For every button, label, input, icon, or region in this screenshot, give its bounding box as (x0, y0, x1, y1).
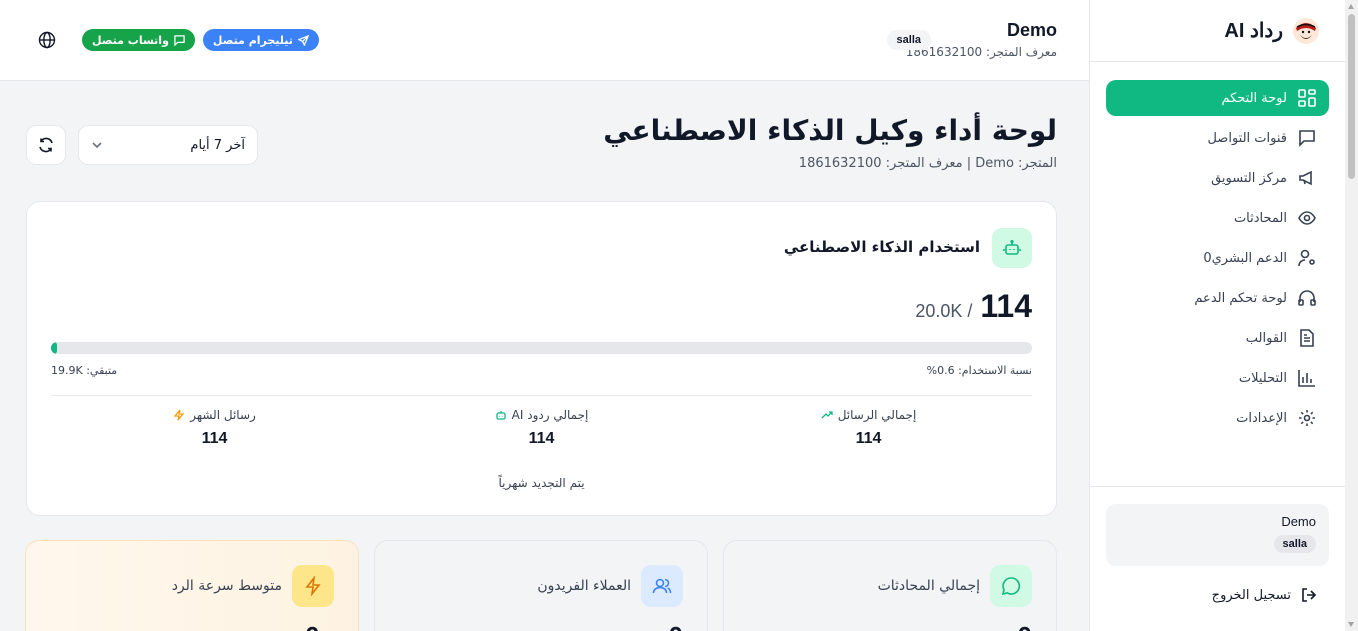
ai-usage-progress-bar (51, 342, 1032, 354)
ai-usage-title: استخدام الذكاء الاصطناعي (783, 238, 980, 256)
metric-total-conversations: إجمالي المحادثات 0 (723, 540, 1057, 631)
chat-icon (990, 565, 1032, 607)
sidebar-item-channels[interactable]: قنوات التواصل (1106, 120, 1329, 156)
scroll-up-arrow[interactable] (1348, 4, 1354, 9)
users-icon (641, 565, 683, 607)
logout-button[interactable]: تسجيل الخروج (1212, 587, 1317, 603)
ai-usage-used: 114 (980, 288, 1032, 324)
brand-name: رداد AI (1224, 20, 1283, 42)
scroll-thumb[interactable] (1348, 14, 1355, 179)
telegram-status-label: تيليجرام متصل (212, 33, 293, 47)
metric-label: متوسط سرعة الرد (171, 578, 282, 594)
sidebar-footer: Demo salla تسجيل الخروج (1090, 486, 1345, 603)
ai-usage-count: 114 / 20.0K (915, 288, 1032, 325)
lightning-icon (173, 409, 185, 421)
stat-label: إجمالي ردود AI (511, 408, 589, 422)
sidebar: رداد AI لوحة التحكم قنوات التواصل مركز ا… (1089, 0, 1345, 631)
user-gear-icon (1297, 248, 1317, 268)
page-scrollbar[interactable] (1345, 0, 1358, 631)
sidebar-item-support-dashboard[interactable]: لوحة تحكم الدعم (1106, 280, 1329, 316)
sidebar-item-marketing[interactable]: مركز التسويق (1106, 160, 1329, 196)
megaphone-icon (1297, 168, 1317, 188)
stat-label: إجمالي الرسائل (837, 408, 917, 422)
main-content: لوحة أداء وكيل الذكاء الاصطناعي المتجر: … (0, 81, 1089, 631)
stat-value: 114 (201, 430, 228, 447)
ai-usage-card: استخدام الذكاء الاصطناعي 114 / 20.0K نسب… (26, 201, 1057, 516)
page-subtitle: المتجر: Demo | معرف المتجر: 1861632100 (798, 156, 1057, 171)
metric-value: 0 (1018, 621, 1032, 631)
sidebar-item-conversations[interactable]: المحادثات (1106, 200, 1329, 236)
page-title: لوحة أداء وكيل الذكاء الاصطناعي (603, 114, 1057, 147)
scroll-down-arrow[interactable] (1348, 622, 1354, 627)
chat-bubble-icon (174, 34, 185, 46)
chevron-down-icon (91, 139, 103, 151)
ai-usage-progress-fill (51, 342, 57, 354)
platform-badge: salla (1273, 535, 1316, 553)
metric-label: العملاء الفريدون (537, 578, 631, 594)
sidebar-item-label: لوحة تحكم الدعم (1194, 290, 1287, 306)
ai-usage-limit: / 20.0K (915, 301, 973, 321)
refresh-icon (38, 137, 54, 153)
headphones-icon (1297, 288, 1317, 308)
sidebar-item-label: التحليلات (1238, 370, 1287, 386)
period-select[interactable]: آخر 7 أيام (78, 125, 258, 165)
sidebar-item-settings[interactable]: الإعدادات (1106, 400, 1329, 436)
sidebar-item-label: مركز التسويق (1211, 170, 1287, 186)
stat-value: 114 (855, 430, 882, 447)
logout-label: تسجيل الخروج (1211, 587, 1291, 603)
whatsapp-status-label: واتساب متصل (92, 33, 169, 47)
eye-icon (1297, 208, 1317, 228)
sidebar-item-label: القوالب (1245, 330, 1287, 346)
sidebar-item-analytics[interactable]: التحليلات (1106, 360, 1329, 396)
stat-value: 114 (528, 430, 555, 447)
whatsapp-status-badge: واتساب متصل (82, 29, 195, 51)
sidebar-item-templates[interactable]: القوالب (1106, 320, 1329, 356)
metric-unique-customers: العملاء الفريدون 0 (374, 540, 708, 631)
header-platform-badge: salla (886, 30, 931, 50)
divider (51, 395, 1032, 396)
period-value: آخر 7 أيام (190, 137, 245, 153)
metric-label: إجمالي المحادثات (877, 578, 980, 594)
sidebar-item-label: قنوات التواصل (1207, 130, 1287, 146)
sidebar-item-human-support[interactable]: الدعم البشري0 (1106, 240, 1329, 276)
sidebar-store-name: Demo (1281, 514, 1316, 529)
stat-label: رسائل الشهر (190, 408, 256, 422)
document-icon (1297, 328, 1317, 348)
stat-ai-replies: إجمالي ردود AI 114 (378, 408, 705, 448)
trending-up-icon (821, 409, 833, 421)
sidebar-item-label: المحادثات (1233, 210, 1287, 226)
header-store-id: معرف المتجر: 1861632100 (905, 45, 1057, 59)
metric-value: 0s (305, 621, 334, 631)
brand-avatar (1293, 17, 1319, 44)
dashboard-grid-icon (1297, 88, 1317, 108)
sidebar-item-dashboard[interactable]: لوحة التحكم (1106, 80, 1329, 116)
brand: رداد AI (1090, 0, 1345, 62)
ai-usage-stats: رسائل الشهر 114 إجمالي ردود AI 114 إجمال… (51, 408, 1032, 448)
metric-value: 0 (669, 621, 683, 631)
stat-total-messages: إجمالي الرسائل 114 (705, 408, 1032, 448)
sidebar-item-label: الدعم البشري0 (1203, 250, 1287, 266)
refresh-button[interactable] (26, 125, 66, 165)
renew-note: يتم التجديد شهرياً (498, 476, 585, 490)
ai-usage-remaining: متبقي: 19.9K (51, 364, 118, 377)
sidebar-item-label: لوحة التحكم (1221, 90, 1287, 106)
connection-badges: واتساب متصل تيليجرام متصل (82, 29, 319, 51)
top-header: Demo معرف المتجر: 1861632100 salla واتسا… (0, 0, 1089, 81)
sidebar-nav: لوحة التحكم قنوات التواصل مركز التسويق ا… (1106, 80, 1329, 440)
ai-usage-percent: نسبة الاستخدام: 0.6% (926, 364, 1032, 377)
robot-icon (992, 228, 1032, 268)
robot-icon (495, 409, 507, 421)
store-info-box: Demo salla (1106, 504, 1329, 566)
language-globe-icon[interactable] (38, 31, 56, 49)
telegram-status-badge: تيليجرام متصل (202, 29, 319, 51)
metric-avg-response-speed: متوسط سرعة الرد 0s (25, 540, 359, 631)
lightning-icon (292, 565, 334, 607)
stat-monthly-messages: رسائل الشهر 114 (51, 408, 378, 448)
chat-bubble-icon (1297, 128, 1317, 148)
logout-icon (1301, 587, 1317, 603)
sidebar-item-label: الإعدادات (1236, 410, 1287, 426)
send-icon (297, 34, 309, 46)
gear-icon (1297, 408, 1317, 428)
bar-chart-icon (1297, 368, 1317, 388)
